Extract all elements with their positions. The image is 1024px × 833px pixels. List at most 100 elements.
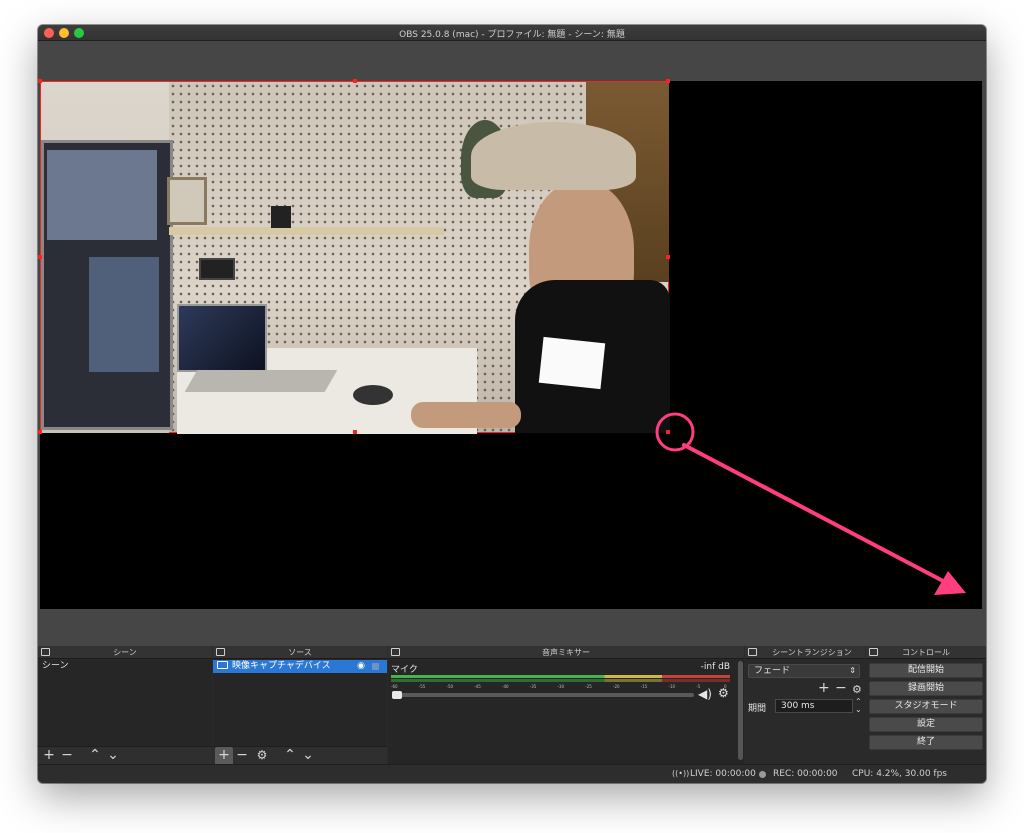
duration-label: 期間 <box>748 704 767 714</box>
led-light-image <box>199 258 235 280</box>
meter-tick-label: -10 <box>668 684 676 689</box>
controls-dock-title: コントロール <box>902 648 950 657</box>
audio-mixer-dock: 音声ミキサー マイク -inf dB -60 -55 -50 -45 -40 -35 -30… <box>388 646 744 764</box>
meter-tick-label: -55 <box>418 684 426 689</box>
meter-tick-label: -15 <box>640 684 648 689</box>
move-source-down-button[interactable]: ⌄ <box>299 747 317 765</box>
mixer-level-readout: -inf dB <box>700 662 730 672</box>
transitions-dock: シーントランジション フェード ⇕ + − ⚙ 期間 300 ms ⌃ ⌄ <box>745 646 865 764</box>
video-capture-source-frame[interactable] <box>38 79 670 434</box>
scenes-toolbar: + − ⌃ ⌄ <box>38 746 212 764</box>
source-properties-gear-icon[interactable]: ⚙ <box>253 747 271 765</box>
meter-tick-label: -20 <box>613 684 620 689</box>
camera-on-shelf-image <box>271 206 291 228</box>
transition-selected-value: フェード <box>754 666 791 676</box>
shelf-image <box>169 227 444 235</box>
start-recording-button[interactable]: 録画開始 <box>869 681 983 696</box>
scenes-dock-header: シーン <box>38 646 212 659</box>
add-source-button[interactable]: + <box>215 747 233 765</box>
preview-area <box>38 41 986 646</box>
duration-stepper-icon[interactable]: ⌃ ⌄ <box>855 698 862 714</box>
remove-source-button[interactable]: − <box>233 747 251 765</box>
resize-handle-bottom-left[interactable] <box>38 430 42 434</box>
settings-button[interactable]: 設定 <box>869 717 983 732</box>
add-transition-button[interactable]: + <box>818 680 830 696</box>
sources-dock-title: ソース <box>288 648 312 657</box>
monitor-screen-image <box>47 150 157 240</box>
chevron-updown-icon: ⇕ <box>849 666 856 675</box>
sources-list: 映像キャプチャデバイス ◉ <box>213 660 387 746</box>
person-arm-image <box>411 402 521 428</box>
status-bar: ((•)) LIVE: 00:00:00 REC: 00:00:00 CPU: … <box>38 764 986 783</box>
window-title: OBS 25.0.8 (mac) - プロファイル: 無題 - シーン: 無題 <box>399 30 625 40</box>
meter-tick-label: -30 <box>557 684 565 689</box>
picture-frame-image <box>167 177 207 225</box>
transition-select[interactable]: フェード ⇕ <box>748 664 860 678</box>
laptop-keyboard-image <box>184 370 338 392</box>
resize-handle-left[interactable] <box>38 255 42 259</box>
shirt-logo-image <box>538 336 606 390</box>
source-item[interactable]: 映像キャプチャデバイス ◉ <box>213 660 387 673</box>
add-scene-button[interactable]: + <box>40 747 58 765</box>
volume-fader-track[interactable] <box>392 693 694 697</box>
volume-meter-right <box>391 679 730 682</box>
remove-transition-button[interactable]: − <box>835 680 847 696</box>
live-timer: LIVE: 00:00:00 <box>690 769 756 779</box>
volume-meter-left <box>391 675 730 678</box>
laptop-screen-image <box>177 304 267 372</box>
obs-window: OBS 25.0.8 (mac) - プロファイル: 無題 - シーン: 無題 <box>38 25 986 783</box>
mixer-channel-name: マイク <box>391 665 418 675</box>
mouse-image <box>353 385 393 405</box>
start-streaming-button[interactable]: 配信開始 <box>869 663 983 678</box>
resize-handle-top[interactable] <box>353 79 357 83</box>
remove-scene-button[interactable]: − <box>58 747 76 765</box>
transitions-dock-title: シーントランジション <box>772 648 852 657</box>
camera-source-icon <box>217 661 228 669</box>
move-scene-down-button[interactable]: ⌄ <box>104 747 122 765</box>
exit-button[interactable]: 終了 <box>869 735 983 750</box>
meter-tick-label: -40 <box>502 684 509 689</box>
record-dot-icon <box>759 771 766 778</box>
visibility-eye-icon[interactable]: ◉ <box>357 660 365 673</box>
meter-tick-label: -45 <box>474 684 481 689</box>
transition-gear-icon[interactable]: ⚙ <box>852 683 862 696</box>
resize-handle-right[interactable] <box>666 255 670 259</box>
transitions-dock-header: シーントランジション <box>745 646 865 659</box>
sources-dock-header: ソース <box>213 646 387 659</box>
move-scene-up-button[interactable]: ⌃ <box>86 747 104 765</box>
move-source-up-button[interactable]: ⌃ <box>281 747 299 765</box>
mute-speaker-icon[interactable]: ◀) <box>698 687 712 701</box>
studio-mode-button[interactable]: スタジオモード <box>869 699 983 714</box>
preview-canvas[interactable] <box>38 79 982 609</box>
meter-tick-label: -25 <box>585 684 592 689</box>
mixer-dock-title: 音声ミキサー <box>542 648 590 657</box>
resize-handle-top-right[interactable] <box>666 79 670 83</box>
resize-handle-top-left[interactable] <box>38 79 42 83</box>
live-broadcast-icon: ((•)) <box>672 769 690 778</box>
scene-item[interactable]: シーン <box>38 660 212 673</box>
source-item-label: 映像キャプチャデバイス <box>232 661 331 671</box>
duration-input[interactable]: 300 ms <box>775 699 853 713</box>
lock-icon[interactable] <box>372 663 379 670</box>
resize-handle-bottom[interactable] <box>353 430 357 434</box>
sources-toolbar: + − ⚙ ⌃ ⌄ <box>213 746 387 765</box>
cpu-fps-readout: CPU: 4.2%, 30.00 fps <box>852 769 947 779</box>
mixer-gear-icon[interactable]: ⚙ <box>718 686 729 700</box>
resize-handle-bottom-right[interactable] <box>666 430 670 434</box>
meter-tick-label: -50 <box>446 684 454 689</box>
rec-timer: REC: 00:00:00 <box>773 769 838 779</box>
volume-fader-knob[interactable] <box>392 691 402 699</box>
mixer-scrollbar[interactable] <box>738 661 743 760</box>
dock-area: シーン シーン + − ⌃ ⌄ ソース 映像キャプチャデバイス ◉ + − ⚙ … <box>38 646 986 765</box>
meter-tick-label: -35 <box>529 684 537 689</box>
meter-ticks: -60 -55 -50 -45 -40 -35 -30 -25 -20 -15 -10 -5 0 <box>391 684 730 690</box>
scenes-dock-title: シーン <box>113 648 137 657</box>
mixer-body: マイク -inf dB -60 -55 -50 -45 -40 -35 -30 -25 -20 -… <box>388 660 744 764</box>
scenes-dock: シーン シーン + − ⌃ ⌄ <box>38 646 212 764</box>
sources-dock: ソース 映像キャプチャデバイス ◉ + − ⚙ ⌃ ⌄ <box>213 646 387 765</box>
mixer-dock-header: 音声ミキサー <box>388 646 744 659</box>
controls-dock-header: コントロール <box>866 646 986 659</box>
scenes-list: シーン <box>38 660 212 746</box>
meter-tick-label: -60 <box>391 684 398 689</box>
person-cap-image <box>471 122 636 190</box>
